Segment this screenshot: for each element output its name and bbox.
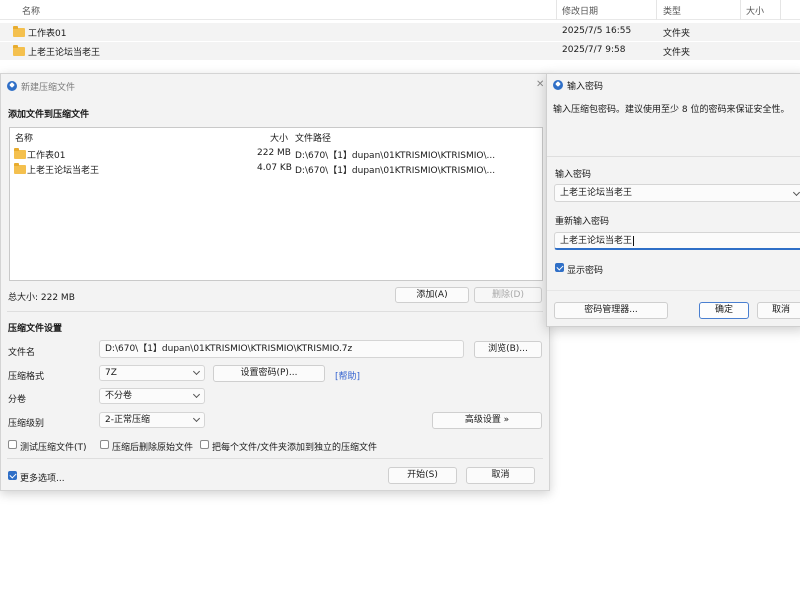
add-button[interactable]: 添加(A) xyxy=(395,287,469,303)
password-input[interactable]: 上老王论坛当老王 xyxy=(554,184,800,202)
ok-button[interactable]: 确定 xyxy=(699,302,749,319)
volume-select[interactable]: 不分卷 xyxy=(99,388,205,404)
advanced-settings-button[interactable]: 高级设置 » xyxy=(432,412,542,429)
test-archive-label: 测试压缩文件(T) xyxy=(20,443,87,453)
total-size: 总大小: 222 MB xyxy=(8,293,75,303)
separate-archives-label: 把每个文件/文件夹添加到独立的压缩文件 xyxy=(212,443,378,453)
explorer-row[interactable]: 工作表01 2025/7/5 16:55 文件夹 xyxy=(0,23,800,41)
level-label: 压缩级别 xyxy=(8,419,45,429)
explorer-column-header: 名称 ⌃ 修改日期 类型 大小 xyxy=(0,0,800,20)
delete-button[interactable]: 删除(D) xyxy=(474,287,542,303)
list-item[interactable]: 上老王论坛当老王 4.07 KB D:\670\【1】dupan\01KTRIS… xyxy=(10,161,542,177)
cancel-button[interactable]: 取消 xyxy=(466,467,535,484)
show-password-label: 显示密码 xyxy=(567,266,604,276)
list-header-path[interactable]: 文件路径 xyxy=(295,131,331,144)
password-label: 输入密码 xyxy=(555,170,592,180)
show-password-checkbox[interactable] xyxy=(555,263,564,272)
file-size: 4.07 KB xyxy=(257,163,292,173)
more-options-label[interactable]: 更多选项... xyxy=(20,471,65,484)
volume-label: 分卷 xyxy=(8,395,27,405)
file-name: 上老王论坛当老王 xyxy=(27,166,100,176)
password-dialog: 输入密码 输入压缩包密码。建议使用至少 8 位的密码来保证安全性。 输入密码 上… xyxy=(546,73,800,327)
file-path: D:\670\【1】dupan\01KTRISMIO\KTRISMIO\... xyxy=(295,151,496,161)
folder-icon xyxy=(14,163,26,174)
delete-after-checkbox[interactable] xyxy=(100,440,109,449)
explorer-row-name: 工作表01 xyxy=(28,29,67,39)
confirm-password-input[interactable]: 上老王论坛当老王 xyxy=(554,232,800,250)
separate-archives-checkbox[interactable] xyxy=(200,440,209,449)
new-archive-dialog: 新建压缩文件 ✕ 添加文件到压缩文件 名称 大小 文件路径 工作表01 222 … xyxy=(0,73,550,491)
explorer-row[interactable]: 上老王论坛当老王 2025/7/7 9:58 文件夹 xyxy=(0,42,800,60)
format-value: 7Z xyxy=(105,368,117,378)
volume-value: 不分卷 xyxy=(105,391,133,401)
level-value: 2-正常压缩 xyxy=(105,415,150,425)
list-header-size[interactable]: 大小 xyxy=(270,131,288,144)
app-logo-icon xyxy=(7,81,17,91)
chevron-down-icon xyxy=(192,414,201,423)
hint-area: 输入压缩包密码。建议使用至少 8 位的密码来保证安全性。 xyxy=(547,92,800,156)
column-type[interactable]: 类型 xyxy=(663,4,681,17)
password-value: 上老王论坛当老王 xyxy=(560,188,633,198)
set-password-button[interactable]: 设置密码(P)... xyxy=(213,365,325,382)
start-button[interactable]: 开始(S) xyxy=(388,467,457,484)
sort-chevron-icon: ⌃ xyxy=(282,0,290,7)
explorer-row-type: 文件夹 xyxy=(663,29,691,39)
confirm-password-label: 重新输入密码 xyxy=(555,217,610,227)
list-header-name[interactable]: 名称 xyxy=(15,131,33,144)
column-name[interactable]: 名称 xyxy=(22,4,40,17)
column-size[interactable]: 大小 xyxy=(746,4,764,17)
folder-icon xyxy=(13,26,25,37)
file-list[interactable]: 名称 大小 文件路径 工作表01 222 MB D:\670\【1】dupan\… xyxy=(9,127,543,281)
chevron-down-icon xyxy=(192,390,201,399)
level-select[interactable]: 2-正常压缩 xyxy=(99,412,205,428)
delete-after-label: 压缩后删除原始文件 xyxy=(112,443,194,453)
file-path: D:\670\【1】dupan\01KTRISMIO\KTRISMIO\... xyxy=(295,166,496,176)
explorer-row-modified: 2025/7/5 16:55 xyxy=(562,26,632,36)
chevron-down-icon xyxy=(792,188,800,197)
browse-button[interactable]: 浏览(B)... xyxy=(474,341,542,358)
help-link[interactable]: [帮助] xyxy=(335,369,360,382)
app-logo-icon xyxy=(553,80,563,90)
chevron-down-icon xyxy=(192,367,201,376)
password-hint: 输入压缩包密码。建议使用至少 8 位的密码来保证安全性。 xyxy=(553,105,790,115)
add-files-heading: 添加文件到压缩文件 xyxy=(8,110,90,120)
file-size: 222 MB xyxy=(257,148,291,158)
password-cancel-button[interactable]: 取消 xyxy=(757,302,800,319)
format-label: 压缩格式 xyxy=(8,372,45,382)
list-item[interactable]: 工作表01 222 MB D:\670\【1】dupan\01KTRISMIO\… xyxy=(10,146,542,162)
explorer-row-modified: 2025/7/7 9:58 xyxy=(562,45,626,55)
filename-input[interactable]: D:\670\【1】dupan\01KTRISMIO\KTRISMIO\KTRI… xyxy=(99,340,464,358)
filename-label: 文件名 xyxy=(8,348,36,358)
dialog-title: 新建压缩文件 xyxy=(21,83,76,93)
format-select[interactable]: 7Z xyxy=(99,365,205,381)
password-dialog-title: 输入密码 xyxy=(567,82,604,92)
test-archive-checkbox[interactable] xyxy=(8,440,17,449)
explorer-row-type: 文件夹 xyxy=(663,48,691,58)
file-name: 工作表01 xyxy=(27,151,66,161)
folder-icon xyxy=(13,45,25,56)
more-options-checkbox[interactable] xyxy=(8,471,17,480)
password-manager-button[interactable]: 密码管理器... xyxy=(554,302,668,319)
close-icon[interactable]: ✕ xyxy=(536,79,544,90)
confirm-password-value: 上老王论坛当老王 xyxy=(560,236,633,246)
settings-heading: 压缩文件设置 xyxy=(8,324,63,334)
explorer-row-name: 上老王论坛当老王 xyxy=(28,48,101,58)
folder-icon xyxy=(14,148,26,159)
column-modified[interactable]: 修改日期 xyxy=(562,4,598,17)
